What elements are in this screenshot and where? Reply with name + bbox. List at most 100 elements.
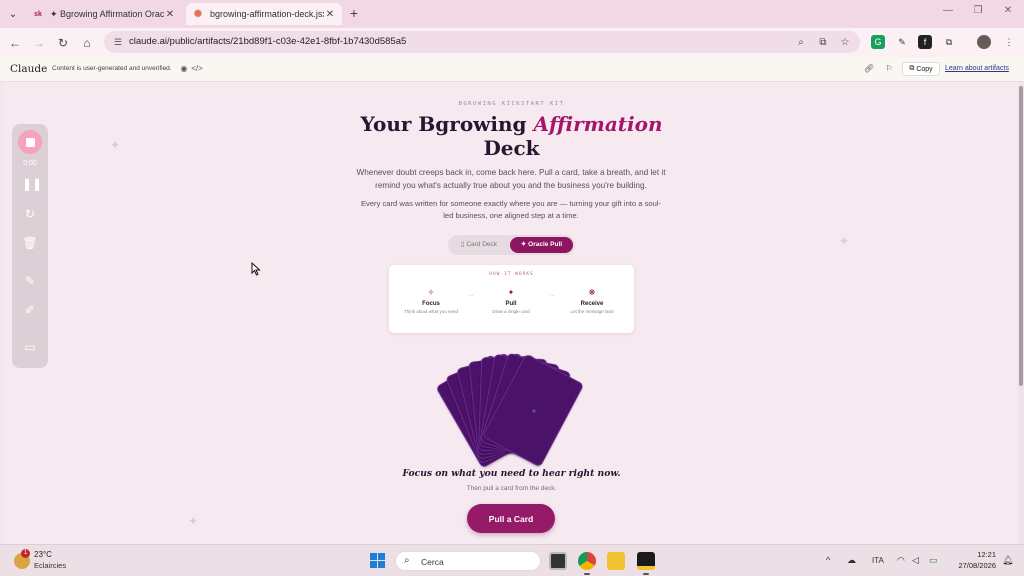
weather-temperature[interactable]: 23°C	[34, 550, 52, 559]
weather-description[interactable]: Eclaircies	[34, 561, 66, 570]
notification-bell-icon[interactable]: 🔔︎	[1002, 555, 1013, 566]
intro-paragraph: Whenever doubt creeps back in, come back…	[356, 168, 666, 190]
step-receive: ❋ Receive Let the message land	[557, 287, 627, 315]
tab-title: ✦ Bgrowing Affirmation Oracle	[50, 8, 164, 19]
restore-icon[interactable]: ❐	[968, 5, 988, 21]
file-explorer-icon[interactable]	[607, 552, 625, 570]
tab-search-button[interactable]: ⌄	[4, 5, 22, 23]
clock-date[interactable]: 27/08/2026	[950, 561, 996, 570]
artifact-header: Claude Content is user-generated and unv…	[0, 57, 1024, 82]
close-tab-icon[interactable]: ✕	[164, 9, 176, 20]
mouse-cursor-icon	[251, 262, 261, 276]
chrome-icon[interactable]	[578, 552, 596, 570]
reload-icon[interactable]: ↻	[54, 34, 72, 52]
card-deck[interactable]: ✦	[435, 352, 589, 469]
windows-taskbar: 1 23°C Eclaircies ⌕ Cerca ^ ☁ ITA ◠ ◁ ▭ …	[0, 544, 1024, 576]
close-window-icon[interactable]: ✕	[998, 5, 1018, 21]
title-part2: Deck	[483, 136, 540, 160]
trash-icon[interactable]: 🗑︎	[22, 235, 38, 251]
eraser-icon[interactable]: ✐	[22, 302, 38, 318]
font-extension-icon[interactable]: f	[918, 35, 932, 49]
copy-label: Copy	[916, 65, 933, 73]
flag-icon[interactable]: ⚐	[883, 63, 895, 75]
link-icon[interactable]: 🔗︎	[863, 63, 875, 75]
code-view-icon[interactable]: </>	[191, 63, 203, 75]
disclaimer-text: Content is user-generated and unverified…	[52, 65, 172, 72]
install-app-icon[interactable]: ⧉	[816, 36, 830, 50]
page-scrollbar[interactable]	[1018, 82, 1024, 544]
step-name: Receive	[580, 301, 604, 307]
clock-time[interactable]: 12:21	[968, 550, 996, 559]
bookmark-star-icon[interactable]: ☆	[838, 36, 852, 50]
new-tab-button[interactable]: +	[346, 5, 362, 21]
sparkle-decoration-icon: ✦	[839, 234, 850, 248]
address-bar[interactable]: ☰ claude.ai/public/artifacts/21bd89f1-c0…	[104, 31, 860, 53]
pen-icon[interactable]: ✎	[22, 273, 38, 289]
search-placeholder: Cerca	[421, 557, 444, 567]
language-indicator[interactable]: ITA	[872, 556, 884, 565]
oracle-pull-tab[interactable]: ✦ Oracle Pull	[510, 237, 573, 253]
active-app-indicator	[643, 573, 649, 575]
how-it-works-card: HOW IT WORKS ✧ Focus Think about what yo…	[389, 265, 634, 333]
copy-button[interactable]: ⧉ Copy	[902, 62, 940, 76]
how-it-works-title: HOW IT WORKS	[489, 272, 534, 277]
title-part1: Your Bgrowing	[360, 112, 534, 136]
step-focus: ✧ Focus Think about what you need	[396, 287, 466, 315]
pause-icon[interactable]: ❚❚	[22, 176, 42, 192]
step-name: Pull	[505, 301, 517, 307]
url-text: claude.ai/public/artifacts/21bd89f1-c03e…	[129, 36, 407, 47]
volume-icon[interactable]: ◁	[912, 555, 919, 566]
focus-prompt: Focus on what you need to hear right now…	[402, 468, 621, 479]
sparkle-decoration-icon: ✦	[188, 514, 199, 528]
copy-icon: ⧉	[909, 65, 915, 72]
scrollbar-thumb[interactable]	[1019, 86, 1023, 386]
mode-toggle: ▯ Card Deck ✦ Oracle Pull	[448, 235, 575, 255]
chevron-up-icon[interactable]: ^	[826, 555, 830, 565]
step-description: Think about what you need	[403, 309, 459, 314]
title-accent: Affirmation	[533, 112, 663, 136]
close-tab-icon[interactable]: ✕	[324, 9, 336, 20]
recording-time: 0:00	[23, 160, 37, 167]
claude-favicon-icon: ✺	[193, 8, 203, 20]
tab-oracle[interactable]: sk ✦ Bgrowing Affirmation Oracle ✕	[26, 3, 182, 25]
forward-arrow-icon[interactable]: →	[30, 34, 48, 52]
battery-icon[interactable]: ▭	[929, 555, 938, 566]
home-icon[interactable]: ⌂	[78, 34, 96, 52]
step-name: Focus	[422, 301, 440, 307]
task-view-icon[interactable]	[549, 552, 567, 570]
flower-icon: ❋	[588, 288, 596, 297]
sticky-app-icon[interactable]	[637, 552, 655, 570]
kicker-label: BGROWING KICKSTART KIT	[458, 101, 565, 107]
card-deck-tab[interactable]: ▯ Card Deck	[452, 237, 506, 253]
search-icon: ⌕	[404, 555, 410, 566]
eyedropper-extension-icon[interactable]: ✎	[895, 35, 909, 49]
pull-a-card-button[interactable]: Pull a Card	[467, 504, 555, 533]
site-info-icon[interactable]: ☰	[112, 36, 124, 48]
browser-toolbar: ← → ↻ ⌂ ☰ claude.ai/public/artifacts/21b…	[0, 28, 1024, 57]
learn-about-artifacts-link[interactable]: Learn about artifacts	[945, 65, 1009, 72]
preview-eye-icon[interactable]: ◉	[178, 63, 190, 75]
zoom-icon[interactable]: ⌕	[794, 36, 808, 50]
grammarly-extension-icon[interactable]: G	[871, 35, 885, 49]
focus-subprompt: Then pull a card from the deck.	[466, 485, 557, 492]
menu-dots-icon[interactable]: ⋮	[1002, 35, 1016, 49]
camera-icon[interactable]: ▭	[22, 339, 38, 355]
wifi-icon[interactable]: ◠	[897, 555, 905, 566]
tab-title: bgrowing-affirmation-deck.jsx	[210, 9, 324, 19]
taskbar-search-box[interactable]: ⌕ Cerca	[395, 551, 541, 571]
browser-tab-bar: ⌄ sk ✦ Bgrowing Affirmation Oracle ✕ ✺ b…	[0, 0, 1024, 28]
claude-logo[interactable]: Claude	[10, 63, 47, 75]
cloud-sync-icon[interactable]: ☁	[847, 555, 856, 566]
back-arrow-icon[interactable]: ←	[6, 34, 24, 52]
step-description: Draw a single card	[492, 309, 530, 314]
tab-deck-jsx[interactable]: ✺ bgrowing-affirmation-deck.jsx ✕	[186, 3, 342, 25]
step-pull: ✦ Pull Draw a single card	[476, 287, 546, 315]
extensions-puzzle-icon[interactable]: ⧉	[942, 35, 956, 49]
notification-badge: 1	[21, 549, 30, 558]
sparkle-outline-icon: ✧	[427, 288, 435, 297]
restart-icon[interactable]: ↻	[22, 206, 38, 222]
minimize-icon[interactable]: —	[938, 5, 958, 21]
profile-avatar[interactable]	[977, 35, 991, 49]
step-description: Let the message land	[570, 309, 614, 314]
windows-start-icon[interactable]	[370, 553, 386, 569]
